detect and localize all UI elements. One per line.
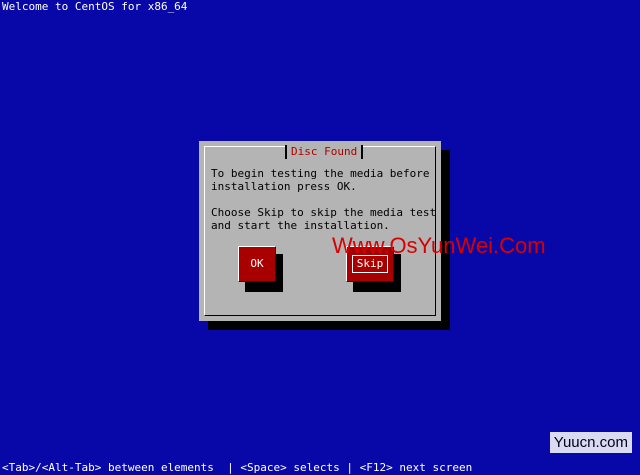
help-bar: <Tab>/<Alt-Tab> between elements | <Spac… [2,461,473,474]
dialog-title: Disc Found [285,145,364,159]
dialog-message-line: installation press OK. [211,180,357,193]
dialog-message-line: Choose Skip to skip the media test [211,206,437,219]
dialog-message-line: To begin testing the media before [211,167,430,180]
corner-watermark: Yuucn.com [549,432,632,453]
window-title: Welcome to CentOS for x86_64 [2,0,188,13]
ok-button[interactable]: OK [238,246,276,282]
ok-button-label: OK [250,257,264,270]
dialog-message-line: and start the installation. [211,219,390,232]
disc-found-dialog: Disc Found To begin testing the media be… [199,141,441,321]
watermark-text: Www.OsYunWei.Com [332,233,546,258]
